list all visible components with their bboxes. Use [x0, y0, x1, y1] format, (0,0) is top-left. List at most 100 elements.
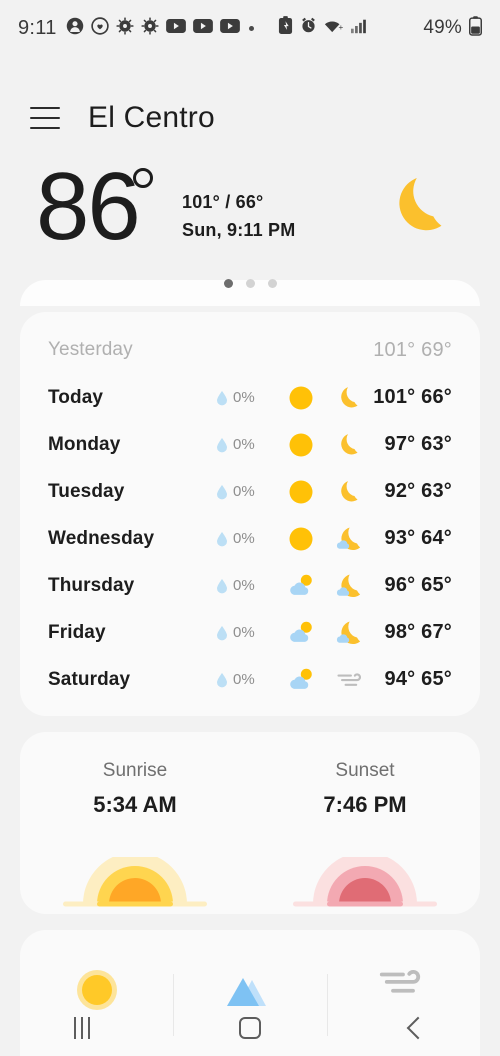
status-bar-clock: 9:11 — [18, 16, 57, 39]
sunrise-sunset-card[interactable]: Sunrise 5:34 AM Sunset 7:46 PM — [20, 732, 480, 914]
moon-icon — [386, 170, 458, 242]
sun-icon — [284, 475, 318, 509]
forecast-list: Yesterday 101° 69° Today 0% 101° 66° Mon… — [20, 312, 480, 703]
forecast-card: Yesterday 101° 69° Today 0% 101° 66° Mon… — [20, 312, 480, 716]
water-drop-icon — [217, 390, 227, 405]
current-high-low: 101° / 66° — [182, 192, 264, 212]
current-conditions[interactable]: 86 101° / 66° Sun, 9:11 PM — [0, 153, 500, 270]
precipitation-percent: 0% — [233, 389, 255, 406]
sunset-icon — [285, 852, 445, 914]
precipitation-group: 0% — [216, 483, 255, 500]
youtube-icon — [219, 18, 240, 38]
table-row[interactable]: Thursday 0% 96° 65° — [20, 562, 480, 609]
forecast-temps: 96° 65° — [384, 574, 452, 596]
page-title: El Centro — [88, 101, 215, 134]
forecast-day-label: Friday — [48, 621, 106, 643]
sunset-time: 7:46 PM — [323, 792, 407, 817]
forecast-day-label: Thursday — [48, 574, 135, 596]
gear-icon — [116, 16, 134, 40]
page-dot[interactable] — [267, 279, 277, 288]
water-drop-icon — [217, 437, 227, 452]
sunrise-label: Sunrise — [102, 760, 168, 781]
sun-icon — [284, 428, 318, 462]
sunset-label: Sunset — [335, 760, 395, 781]
current-datetime: Sun, 9:11 PM — [182, 220, 296, 240]
forecast-day-label: Wednesday — [48, 527, 155, 549]
home-icon[interactable] — [238, 1017, 261, 1039]
precipitation-percent: 0% — [233, 530, 255, 547]
water-drop-icon — [217, 578, 227, 593]
forecast-temps: 92° 63° — [384, 480, 452, 502]
precipitation-group: 0% — [216, 577, 255, 594]
forecast-temps: 98° 67° — [384, 621, 452, 643]
precipitation-group: 0% — [216, 436, 255, 453]
moon-cloud-icon — [333, 616, 367, 650]
precipitation-percent: 0% — [233, 624, 255, 641]
moon-cloud-icon — [333, 522, 367, 556]
forecast-day-label: Today — [48, 386, 104, 408]
precipitation-percent: 0% — [233, 483, 255, 500]
page-dot[interactable] — [245, 279, 255, 288]
water-drop-icon — [217, 484, 227, 499]
status-bar-notification-icons: + — [66, 16, 369, 40]
app-bar: El Centro — [0, 88, 500, 148]
water-drop-icon — [217, 625, 227, 640]
hamburger-menu-icon[interactable] — [30, 107, 60, 129]
youtube-icon — [165, 18, 186, 38]
page-dot[interactable] — [223, 279, 233, 288]
precipitation-percent: 0% — [233, 436, 255, 453]
dot-icon — [248, 25, 254, 31]
forecast-temps: 94° 65° — [384, 668, 452, 690]
svg-text:+: + — [338, 23, 343, 32]
table-row[interactable]: Today 0% 101° 66° — [20, 374, 480, 421]
forecast-day-label: Tuesday — [48, 480, 125, 502]
current-temperature: 86 — [36, 153, 141, 260]
table-row[interactable]: Saturday 0% 94° 65° — [20, 656, 480, 703]
precipitation-group: 0% — [216, 530, 255, 547]
forecast-day-label: Yesterday — [48, 339, 133, 360]
forecast-day-label: Monday — [48, 433, 121, 455]
sunrise-time: 5:34 AM — [93, 792, 177, 817]
moon-icon — [333, 381, 367, 415]
precipitation-group: 0% — [216, 671, 255, 688]
precipitation-group: 0% — [216, 624, 255, 641]
recents-icon[interactable] — [74, 1017, 91, 1039]
clock-heart-icon — [90, 16, 109, 40]
forecast-temps: 101° 66° — [373, 386, 452, 408]
forecast-temps: 93° 64° — [384, 527, 452, 549]
navigation-bar — [0, 1000, 500, 1056]
battery-icon — [469, 15, 482, 41]
contact-icon — [66, 17, 84, 40]
table-row[interactable]: Wednesday 0% 93° 64° — [20, 515, 480, 562]
sunrise-column: Sunrise 5:34 AM — [20, 732, 250, 914]
precipitation-group: 0% — [216, 389, 255, 406]
water-drop-icon — [217, 672, 227, 687]
table-row[interactable]: Monday 0% 97° 63° — [20, 421, 480, 468]
table-row[interactable]: Friday 0% 98° 67° — [20, 609, 480, 656]
battery-percent-label: 49% — [423, 17, 462, 38]
sunset-column: Sunset 7:46 PM — [250, 732, 480, 914]
battery-saver-icon — [278, 16, 293, 40]
forecast-temps: 97° 63° — [384, 433, 452, 455]
page-indicator[interactable] — [0, 279, 500, 288]
moon-icon — [333, 475, 367, 509]
signal-icon — [350, 18, 369, 39]
table-row[interactable]: Tuesday 0% 92° 63° — [20, 468, 480, 515]
water-drop-icon — [217, 531, 227, 546]
wifi-icon: + — [324, 18, 344, 39]
forecast-temps: 101° 69° — [373, 338, 452, 361]
degree-symbol-icon — [133, 168, 153, 188]
youtube-icon — [192, 18, 213, 38]
status-bar-battery-group: 49% — [422, 15, 482, 41]
sun-cloud-icon — [284, 616, 318, 650]
precipitation-percent: 0% — [233, 577, 255, 594]
sun-cloud-icon — [284, 569, 318, 603]
forecast-day-label: Saturday — [48, 668, 131, 690]
sun-icon — [284, 381, 318, 415]
table-row[interactable]: Yesterday 101° 69° — [20, 326, 480, 374]
moon-icon — [333, 428, 367, 462]
back-icon[interactable] — [406, 1016, 429, 1040]
sun-cloud-icon — [284, 663, 318, 697]
precipitation-percent: 0% — [233, 671, 255, 688]
phone-screen: 9:11 + 49% El Centro 86 101° / 66° Sun, … — [0, 0, 500, 1056]
